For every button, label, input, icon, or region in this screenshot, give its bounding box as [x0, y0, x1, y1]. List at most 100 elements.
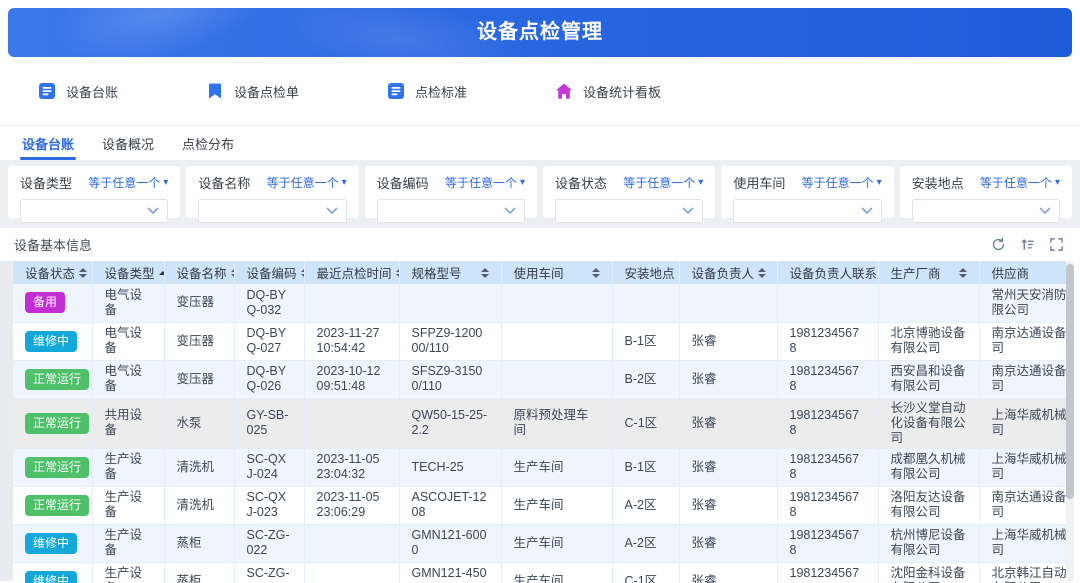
column-header-manufacturer[interactable]: 生产厂商: [878, 261, 979, 284]
cell-owner: 张睿: [679, 524, 777, 562]
sort-order-icon[interactable]: [1020, 237, 1035, 252]
column-header-model[interactable]: 规格型号: [399, 261, 501, 284]
nav-item-inspection-standard[interactable]: 点检标准: [387, 82, 467, 101]
cell-supplier: 上海华威机械有限公司: [979, 448, 1066, 486]
table-row[interactable]: 正常运行 电气设备 变压器 DQ-BYQ-026 2023-10-12 09:5…: [13, 360, 1066, 398]
filter-select-install-location[interactable]: [912, 199, 1060, 223]
status-badge: 正常运行: [25, 457, 89, 478]
filter-select-device-code[interactable]: [377, 199, 525, 223]
nav-label: 设备统计看板: [583, 82, 661, 101]
refresh-icon[interactable]: [991, 237, 1006, 252]
filter-operator[interactable]: 等于任意一个▾: [980, 174, 1060, 191]
cell-manufacturer: 北京博驰设备有限公司: [878, 322, 979, 360]
filter-operator[interactable]: 等于任意一个▾: [802, 174, 882, 191]
filter-card-device-name: 设备名称 等于任意一个▾: [186, 166, 358, 218]
chevron-down-icon: [1039, 207, 1051, 215]
cell-manufacturer: 洛阳友达设备有限公司: [878, 486, 979, 524]
cell-model: [399, 284, 501, 322]
cell-code: SC-QXJ-024: [234, 448, 304, 486]
cell-model: SFPZ9-120000/110: [399, 322, 501, 360]
status-badge: 维修中: [25, 331, 77, 352]
cell-manufacturer: [878, 284, 979, 322]
filter-select-device-name[interactable]: [198, 199, 346, 223]
cell-type: 生产设备: [92, 486, 164, 524]
chevron-down-icon: [326, 207, 338, 215]
scrollbar-thumb[interactable]: [1066, 264, 1074, 499]
table-section-title: 设备基本信息: [14, 235, 92, 254]
cell-code: SC-QXJ-023: [234, 486, 304, 524]
tab-inspection-distribution[interactable]: 点检分布: [168, 126, 248, 160]
cell-name: 变压器: [164, 322, 234, 360]
filter-operator[interactable]: 等于任意一个▾: [88, 174, 168, 191]
cell-location: C-1区: [612, 562, 679, 583]
table-row[interactable]: 备用 电气设备 变压器 DQ-BYQ-032 常州天安消防设备有限公司: [13, 284, 1066, 322]
table-row[interactable]: 正常运行 生产设备 清洗机 SC-QXJ-024 2023-11-05 23:0…: [13, 448, 1066, 486]
cell-code: DQ-BYQ-032: [234, 284, 304, 322]
filter-select-workshop[interactable]: [733, 199, 881, 223]
cell-manufacturer: 成都凰久机械有限公司: [878, 448, 979, 486]
cell-last-inspection: 2023-11-27 10:54:42: [304, 322, 399, 360]
sort-icon: [301, 268, 304, 278]
column-header-name[interactable]: 设备名称: [164, 261, 234, 284]
table-row[interactable]: 维修中 生产设备 蒸柜 SC-ZG-021 GMN121-4500 生产车间 C…: [13, 562, 1066, 583]
sort-icon: [159, 271, 164, 275]
cell-supplier: 常州天安消防设备有限公司: [979, 284, 1066, 322]
chevron-down-icon: [147, 207, 159, 215]
table-row[interactable]: 维修中 生产设备 蒸柜 SC-ZG-022 GMN121-6000 生产车间 A…: [13, 524, 1066, 562]
nav-item-device-ledger[interactable]: 设备台账: [38, 82, 118, 101]
cell-status: 备用: [13, 284, 92, 322]
cell-name: 变压器: [164, 360, 234, 398]
status-badge: 正常运行: [25, 369, 89, 390]
column-header-supplier[interactable]: 供应商: [979, 261, 1066, 284]
nav-item-inspection-sheet[interactable]: 设备点检单: [206, 82, 299, 101]
chevron-down-icon: [861, 207, 873, 215]
column-header-last-inspection[interactable]: 最近点检时间: [304, 261, 399, 284]
column-header-location[interactable]: 安装地点: [612, 261, 679, 284]
filter-operator[interactable]: 等于任意一个▾: [267, 174, 347, 191]
cell-model: SFSZ9-31500/110: [399, 360, 501, 398]
filter-select-device-status[interactable]: [555, 199, 703, 223]
cell-workshop: [501, 284, 612, 322]
filter-select-device-type[interactable]: [20, 199, 168, 223]
fullscreen-icon[interactable]: [1049, 237, 1064, 252]
caret-down-icon: ▾: [877, 177, 882, 188]
filter-operator[interactable]: 等于任意一个▾: [445, 174, 525, 191]
column-header-code[interactable]: 设备编码: [234, 261, 304, 284]
tab-device-ledger[interactable]: 设备台账: [8, 126, 88, 160]
table-row[interactable]: 维修中 电气设备 变压器 DQ-BYQ-027 2023-11-27 10:54…: [13, 322, 1066, 360]
cell-manufacturer: 长沙义堂自动化设备有限公司: [878, 398, 979, 448]
vertical-scrollbar[interactable]: [1066, 261, 1074, 581]
filter-card-device-code: 设备编码 等于任意一个▾: [365, 166, 537, 218]
cell-workshop: [501, 322, 612, 360]
column-header-owner[interactable]: 设备负责人: [679, 261, 777, 284]
cell-name: 蒸柜: [164, 562, 234, 583]
cell-phone: 19812345678: [777, 360, 878, 398]
cell-model: GMN121-6000: [399, 524, 501, 562]
table-row[interactable]: 正常运行 生产设备 清洗机 SC-QXJ-023 2023-11-05 23:0…: [13, 486, 1066, 524]
nav-label: 设备点检单: [234, 82, 299, 101]
column-header-workshop[interactable]: 使用车间: [501, 261, 612, 284]
cell-type: 生产设备: [92, 448, 164, 486]
tab-device-overview[interactable]: 设备概况: [88, 126, 168, 160]
cell-type: 生产设备: [92, 562, 164, 583]
cell-model: ASCOJET-1208: [399, 486, 501, 524]
nav-label: 设备台账: [66, 82, 118, 101]
table-row[interactable]: 正常运行 共用设备 水泵 GY-SB-025 QW50-15-25-2.2 原料…: [13, 398, 1066, 448]
cell-manufacturer: 杭州博尼设备有限公司: [878, 524, 979, 562]
sort-icon: [758, 268, 766, 278]
nav-item-device-dashboard[interactable]: 设备统计看板: [555, 82, 661, 101]
chevron-down-icon: [682, 207, 694, 215]
cell-status: 正常运行: [13, 486, 92, 524]
cell-workshop: 生产车间: [501, 486, 612, 524]
tab-bar: 设备台账 设备概况 点检分布: [0, 126, 1080, 160]
column-header-status[interactable]: 设备状态: [13, 261, 92, 284]
status-badge: 维修中: [25, 533, 77, 554]
caret-down-icon: ▾: [1055, 177, 1060, 188]
column-header-type[interactable]: 设备类型: [92, 261, 164, 284]
filter-label: 使用车间: [733, 173, 785, 192]
cell-workshop: 生产车间: [501, 524, 612, 562]
cell-model: TECH-25: [399, 448, 501, 486]
column-header-phone[interactable]: 设备负责人联系方式: [777, 261, 878, 284]
cell-supplier: 北京韩江自动化设备有限公司: [979, 562, 1066, 583]
filter-operator[interactable]: 等于任意一个▾: [623, 174, 703, 191]
